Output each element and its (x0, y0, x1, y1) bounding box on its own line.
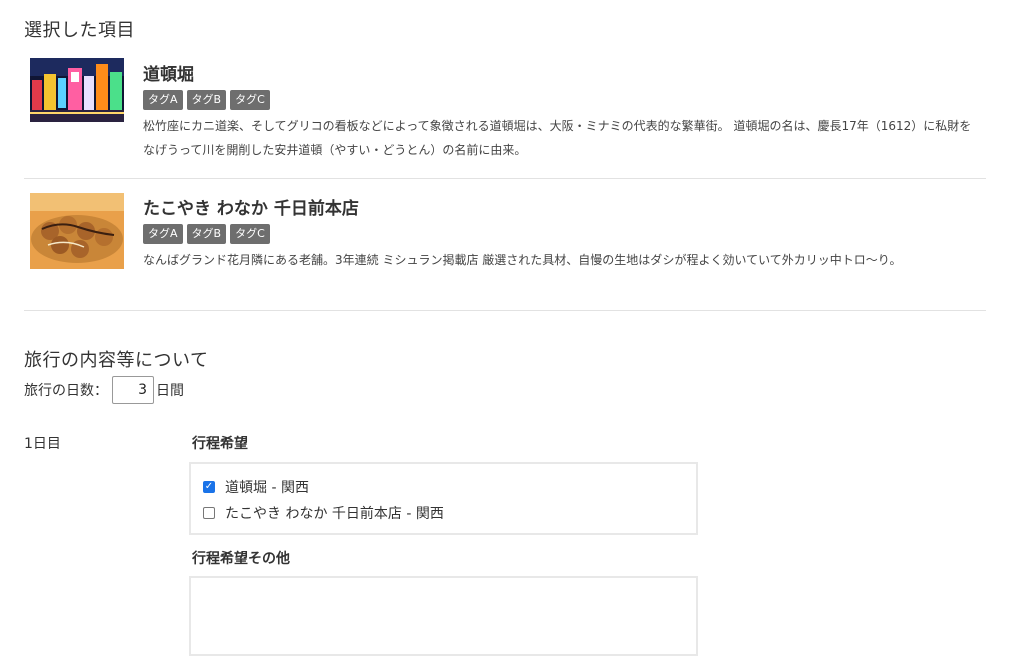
itinerary-other-textarea[interactable] (189, 576, 698, 656)
item-description: なんばグランド花月隣にある老舗。3年連続 ミシュラン掲載店 厳選された具材、自慢… (143, 253, 902, 267)
trip-days-input[interactable] (112, 376, 154, 404)
itinerary-option-label: 道頓堀 - 関西 (225, 480, 309, 496)
checkbox-unchecked[interactable] (203, 507, 215, 519)
tag-badge: タグA (143, 90, 183, 110)
tag-badge: タグB (186, 90, 227, 110)
tag-badge: タグB (186, 224, 227, 244)
tag-badge: タグC (230, 90, 270, 110)
list-item: たこやき わなか 千日前本店 タグA タグB タグC なんばグランド花月隣にある… (24, 178, 986, 311)
trip-details-title: 旅行の内容等について (24, 350, 209, 371)
selected-items-title: 選択した項目 (24, 20, 135, 41)
item-body: たこやき わなか 千日前本店 タグA タグB タグC なんばグランド花月隣にある… (143, 198, 986, 272)
itinerary-other-label: 行程希望その他 (192, 551, 290, 567)
item-title: たこやき わなか 千日前本店 (143, 199, 359, 219)
item-description: 松竹座にカニ道楽、そしてグリコの看板などによって象徴される道頓堀は、大阪・ミナミ… (143, 119, 972, 157)
tag-list: タグA タグB タグC (143, 224, 986, 244)
dotonbori-photo (30, 58, 124, 122)
page: 選択した項目 道頓堀 タグA タグB タグC 松竹座にカニ道楽、そしてグリコの看… (0, 0, 1024, 670)
day-label: 1日目 (24, 436, 61, 452)
tag-badge: タグA (143, 224, 183, 244)
trip-days-label: 旅行の日数： (24, 383, 108, 399)
takoyaki-photo (30, 193, 124, 269)
itinerary-option-label: たこやき わなか 千日前本店 - 関西 (225, 506, 444, 522)
item-title: 道頓堀 (143, 65, 194, 85)
item-image-takoyaki (30, 193, 124, 269)
trip-days-unit: 日間 (156, 383, 184, 399)
itinerary-option[interactable]: ✓ 道頓堀 - 関西 (203, 474, 684, 500)
tag-list: タグA タグB タグC (143, 90, 986, 110)
item-image-dotonbori (30, 58, 124, 122)
itinerary-option[interactable]: たこやき わなか 千日前本店 - 関西 (203, 500, 684, 526)
itinerary-checkbox-group: ✓ 道頓堀 - 関西 たこやき わなか 千日前本店 - 関西 (189, 462, 698, 535)
checkbox-checked[interactable]: ✓ (203, 481, 215, 493)
tag-badge: タグC (230, 224, 270, 244)
item-body: 道頓堀 タグA タグB タグC 松竹座にカニ道楽、そしてグリコの看板などによって… (143, 64, 986, 162)
list-item: 道頓堀 タグA タグB タグC 松竹座にカニ道楽、そしてグリコの看板などによって… (24, 50, 986, 179)
trip-days-row: 旅行の日数： 日間 (24, 376, 184, 404)
itinerary-label: 行程希望 (192, 436, 248, 452)
